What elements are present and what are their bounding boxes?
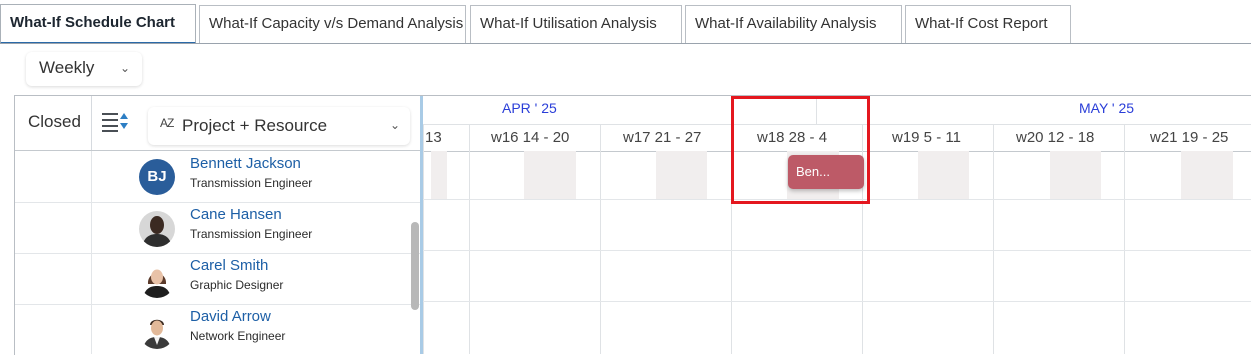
resource-role: Graphic Designer [190, 278, 284, 292]
resource-name[interactable]: Bennett Jackson [190, 155, 301, 172]
chevron-down-icon: ⌄ [389, 118, 400, 132]
tab-what-if-cost-report[interactable]: What-If Cost Report [905, 5, 1071, 43]
resource-role: Network Engineer [190, 329, 286, 343]
weekend-shade [1181, 151, 1233, 199]
weekend-shade [524, 151, 576, 199]
resource-role: Transmission Engineer [190, 227, 313, 241]
resource-role: Transmission Engineer [190, 176, 313, 190]
avatar [139, 211, 175, 247]
avatar: BJ [139, 159, 175, 195]
closed-toggle[interactable]: Closed [28, 112, 81, 132]
tab-what-if-capacity-demand[interactable]: What-If Capacity v/s Demand Analysis [199, 5, 466, 43]
weekend-shade [656, 151, 707, 199]
tabs-underline [0, 43, 1251, 44]
row-gridline [423, 301, 1251, 302]
week-label: w20 12 - 18 [1016, 129, 1095, 146]
sort-az-icon: AZ [160, 116, 174, 130]
week-label: w19 5 - 11 [892, 129, 961, 146]
weekend-shade [918, 151, 969, 199]
period-value: Weekly [39, 58, 95, 77]
group-by-value: Project + Resource [182, 116, 328, 135]
resource-name[interactable]: Cane Hansen [190, 206, 282, 223]
week-label: 13 [425, 129, 442, 146]
sort-lines-icon[interactable] [101, 111, 129, 133]
avatar [139, 262, 175, 298]
group-by-select[interactable]: AZ Project + Resource ⌄ [148, 107, 410, 145]
week-gridline [469, 124, 470, 354]
vertical-scrollbar[interactable] [411, 222, 419, 310]
month-label: APR ' 25 [502, 100, 557, 116]
tab-bar: What-If Schedule Chart What-If Capacity … [0, 0, 1251, 44]
highlight-box [731, 96, 870, 204]
week-gridline [1124, 124, 1125, 354]
period-dropdown[interactable]: Weekly ⌄ [26, 52, 142, 86]
header-divider [91, 96, 92, 151]
avatar [139, 313, 175, 349]
weekend-shade [431, 151, 447, 199]
row-gridline [423, 250, 1251, 251]
rows-column-divider [91, 151, 92, 354]
tab-what-if-utilisation[interactable]: What-If Utilisation Analysis [470, 5, 682, 43]
week-label: w17 21 - 27 [623, 129, 702, 146]
resource-name[interactable]: David Arrow [190, 308, 271, 325]
resource-name[interactable]: Carel Smith [190, 257, 268, 274]
week-gridline [993, 124, 994, 354]
week-gridline [423, 124, 424, 354]
week-label: w21 19 - 25 [1150, 129, 1229, 146]
month-label: MAY ' 25 [1079, 100, 1135, 116]
week-label: w16 14 - 20 [491, 129, 570, 146]
week-gridline [600, 124, 601, 354]
tab-what-if-availability[interactable]: What-If Availability Analysis [685, 5, 902, 43]
tab-what-if-schedule-chart[interactable]: What-If Schedule Chart [0, 4, 196, 44]
weekend-shade [1050, 151, 1101, 199]
chevron-down-icon: ⌄ [119, 61, 130, 75]
